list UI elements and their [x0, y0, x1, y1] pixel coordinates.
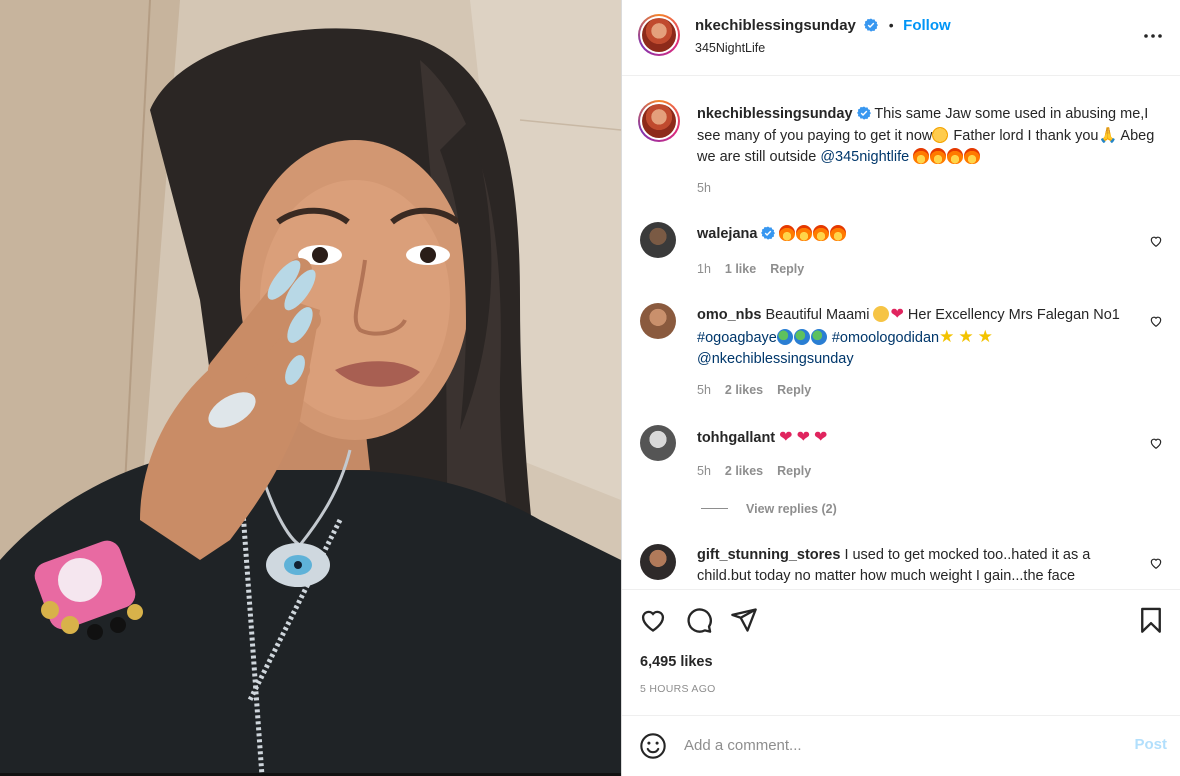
comment-input[interactable] [684, 733, 1104, 757]
like-comment-heart-icon[interactable] [1149, 314, 1163, 328]
more-horizontal-icon[interactable] [1141, 24, 1165, 48]
post-location[interactable]: 345NightLife [695, 41, 765, 55]
tired-face-emoji-icon [932, 127, 949, 143]
author-username[interactable]: nkechiblessingsunday [695, 17, 856, 34]
comment-likes[interactable]: 2 likes [725, 383, 763, 397]
hashtag-link[interactable]: #ogoagbaye [697, 330, 777, 346]
author-line: nkechiblessingsunday • Follow [695, 17, 951, 35]
caption-username[interactable]: nkechiblessingsunday [697, 106, 853, 122]
hands-emoji-icon [873, 306, 890, 322]
comment-item: gift_stunning_stores I used to get mocke… [622, 544, 1180, 589]
commenter-avatar[interactable] [640, 425, 676, 461]
comment-username[interactable]: walejana [697, 226, 757, 242]
view-replies-line [701, 508, 728, 509]
comment-username[interactable]: omo_nbs [697, 307, 761, 323]
comment-time[interactable]: 5h [697, 383, 711, 397]
share-paper-plane-icon[interactable] [730, 606, 758, 634]
caption-meta: 5h [697, 181, 725, 195]
comment-time[interactable]: 5h [697, 464, 711, 478]
comment-username[interactable]: gift_stunning_stores [697, 547, 840, 563]
like-heart-icon[interactable] [639, 606, 667, 634]
verified-badge-icon [856, 106, 871, 120]
globe-emoji-icon [810, 329, 827, 345]
comment-item: tohhgallant ❤ ❤ ❤ 5h 2 likes Reply View re… [622, 425, 1180, 525]
comment-text-part-2: Her Excellency Mrs Falegan No1 [903, 307, 1120, 323]
comment-likes[interactable]: 1 like [725, 262, 756, 276]
fire-emoji-icon [930, 148, 947, 164]
commenter-avatar[interactable] [640, 303, 676, 339]
author-avatar[interactable] [638, 14, 680, 56]
reply-button[interactable]: Reply [777, 464, 811, 478]
comment-username[interactable]: tohhgallant [697, 430, 775, 446]
like-comment-heart-icon[interactable] [1149, 556, 1163, 570]
reply-button[interactable]: Reply [777, 383, 811, 397]
reply-button[interactable]: Reply [770, 262, 804, 276]
comment-body: omo_nbs Beautiful Maami ❤ Her Excellency… [697, 304, 1142, 370]
commenter-avatar[interactable] [640, 222, 676, 258]
caption-mention-link[interactable]: @345nightlife [820, 149, 909, 165]
follow-button[interactable]: Follow [903, 17, 951, 34]
post-sidebar: nkechiblessingsunday • Follow 345NightLi… [621, 0, 1180, 776]
post-timestamp: 5 HOURS AGO [640, 683, 716, 695]
fire-emoji-icon [813, 225, 830, 241]
star-emoji-icon: ★ [939, 327, 955, 346]
like-count[interactable]: 6,495 likes [640, 654, 713, 670]
caption-author-avatar[interactable] [638, 100, 680, 142]
red-heart-emoji-icon: ❤ [796, 429, 811, 446]
fire-emoji-icon [947, 148, 964, 164]
caption-text-part-2: Father lord I thank you [949, 128, 1099, 144]
post-comment-button[interactable]: Post [1134, 736, 1167, 753]
fire-emoji-icon [830, 225, 847, 241]
like-comment-heart-icon[interactable] [1149, 234, 1163, 248]
comment-time[interactable]: 1h [697, 262, 711, 276]
commenter-avatar[interactable] [640, 544, 676, 580]
verified-badge-icon [864, 18, 879, 32]
selfie-illustration [0, 0, 621, 776]
comments-list[interactable]: nkechiblessingsunday This same Jaw some … [622, 77, 1180, 589]
red-heart-emoji-icon: ❤ [890, 306, 904, 323]
mention-link[interactable]: @nkechiblessingsunday [697, 351, 854, 367]
red-heart-emoji-icon: ❤ [779, 429, 793, 446]
instagram-post-modal: nkechiblessingsunday • Follow 345NightLi… [0, 0, 1180, 776]
red-heart-emoji-icon: ❤ [814, 429, 828, 446]
caption-time[interactable]: 5h [697, 181, 711, 195]
caption-body: nkechiblessingsunday This same Jaw some … [697, 104, 1167, 168]
comment-likes[interactable]: 2 likes [725, 464, 763, 478]
view-replies-label: View replies (2) [746, 502, 837, 516]
comment-meta: 1h 1 like Reply [697, 262, 818, 276]
separator-dot: • [888, 17, 894, 33]
view-replies-button[interactable]: View replies (2) [701, 502, 837, 516]
post-photo[interactable] [0, 0, 621, 776]
comment-item: omo_nbs Beautiful Maami ❤ Her Excellency… [622, 303, 1180, 403]
fire-emoji-icon [964, 148, 981, 164]
fire-emoji-icon [796, 225, 813, 241]
fire-emoji-icon [779, 225, 796, 241]
comment-bubble-icon[interactable] [685, 606, 713, 634]
like-comment-heart-icon[interactable] [1149, 436, 1163, 450]
star-emoji-icon: ★ [958, 327, 974, 346]
comment-meta: 5h 2 likes Reply [697, 383, 825, 397]
hashtag-link[interactable]: #omoologodidan [832, 330, 939, 346]
post-actions: 6,495 likes 5 HOURS AGO [622, 589, 1180, 715]
comment-body: tohhgallant ❤ ❤ ❤ [697, 427, 1142, 449]
globe-emoji-icon [793, 329, 810, 345]
verified-badge-icon [761, 226, 776, 240]
globe-emoji-icon [776, 329, 793, 345]
post-caption: nkechiblessingsunday This same Jaw some … [622, 100, 1180, 220]
star-emoji-icon: ★ [977, 327, 993, 346]
emoji-smiley-icon[interactable] [639, 732, 667, 760]
comment-body: walejana [697, 224, 1142, 245]
comment-text-part-1: Beautiful Maami [765, 307, 874, 323]
comment-body: gift_stunning_stores I used to get mocke… [697, 545, 1142, 587]
post-header: nkechiblessingsunday • Follow 345NightLi… [622, 0, 1180, 76]
comment-item: walejana 1h 1 like Reply [622, 222, 1180, 282]
comment-meta: 5h 2 likes Reply [697, 464, 825, 478]
praying-hands-emoji-icon: 🙏 [1098, 127, 1118, 144]
fire-emoji-icon [913, 148, 930, 164]
save-bookmark-icon[interactable] [1137, 606, 1165, 634]
add-comment-bar: Post [622, 715, 1180, 776]
